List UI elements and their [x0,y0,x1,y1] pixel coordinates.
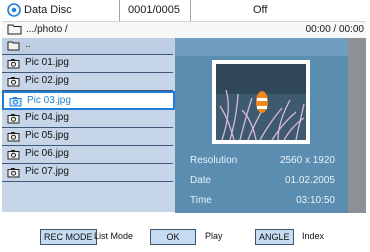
camera-icon [7,59,20,69]
folder-icon [7,24,22,35]
camera-icon [7,114,20,124]
resolution-value: 2560 x 1920 [279,155,335,166]
list-item[interactable]: Pic 06.jpg [2,146,173,164]
list-item-label: Pic 07.jpg [25,166,69,177]
track-counter: 0001/0005 [128,4,180,16]
list-item-label: Pic 05.jpg [25,130,69,141]
rec-mode-key[interactable]: REC MODE [40,229,97,245]
list-item-selected[interactable]: Pic 03.jpg [2,91,175,110]
photo-thumbnail [212,60,310,144]
help-bar: REC MODE List Mode OK Play ANGLE Index [2,213,366,252]
camera-icon [9,97,22,107]
disc-label: Data Disc [24,4,72,16]
list-item[interactable]: Pic 05.jpg [2,128,173,146]
status-bar: Data Disc 0001/0005 Off [2,0,366,21]
folder-icon [7,41,20,51]
divider [190,0,191,21]
list-item[interactable]: Pic 01.jpg [2,55,173,73]
list-item-label: .. [25,39,31,50]
time-label: Time [190,195,212,206]
list-mode-hint: List Mode [94,231,134,241]
repeat-mode: Off [253,4,268,16]
list-item-label: Pic 06.jpg [25,148,69,159]
list-item[interactable]: Pic 02.jpg [2,73,173,91]
list-item-label: Pic 04.jpg [25,112,69,123]
list-item-parent-folder[interactable]: .. [2,37,173,55]
list-item-label: Pic 01.jpg [25,57,69,68]
current-path: .../photo / [26,24,68,35]
photo-thumbnail-image [216,64,306,141]
elapsed-time: 00:00 / 00:00 [305,24,364,35]
list-item-label: Pic 02.jpg [25,75,69,86]
angle-key[interactable]: ANGLE [255,229,294,245]
resolution-label: Resolution [190,155,238,166]
disc-icon [7,3,21,17]
date-value: 01.02.2005 [284,175,335,186]
file-browser-screen: Data Disc 0001/0005 Off .../photo / 00:0… [0,0,370,252]
camera-icon [7,168,20,178]
camera-icon [7,77,20,87]
ok-key[interactable]: OK [150,229,196,245]
time-value: 03:10:50 [296,195,335,206]
file-list: .. Pic 01.jpg Pic 02.jpg Pic 03.jpg Pic … [2,39,175,212]
camera-icon [7,150,20,160]
camera-icon [7,132,20,142]
list-item-label: Pic 03.jpg [27,95,71,106]
scrollbar[interactable] [348,38,366,213]
index-hint: Index [302,231,325,241]
photo-preview-panel: Resolution 2560 x 1920 Date 01.02.2005 T… [175,56,348,213]
list-item[interactable]: Pic 07.jpg [2,164,173,182]
date-label: Date [190,175,212,186]
play-hint: Play [205,231,223,241]
divider [119,0,120,21]
list-item[interactable]: Pic 04.jpg [2,110,173,128]
preview-header-strip [175,38,348,56]
